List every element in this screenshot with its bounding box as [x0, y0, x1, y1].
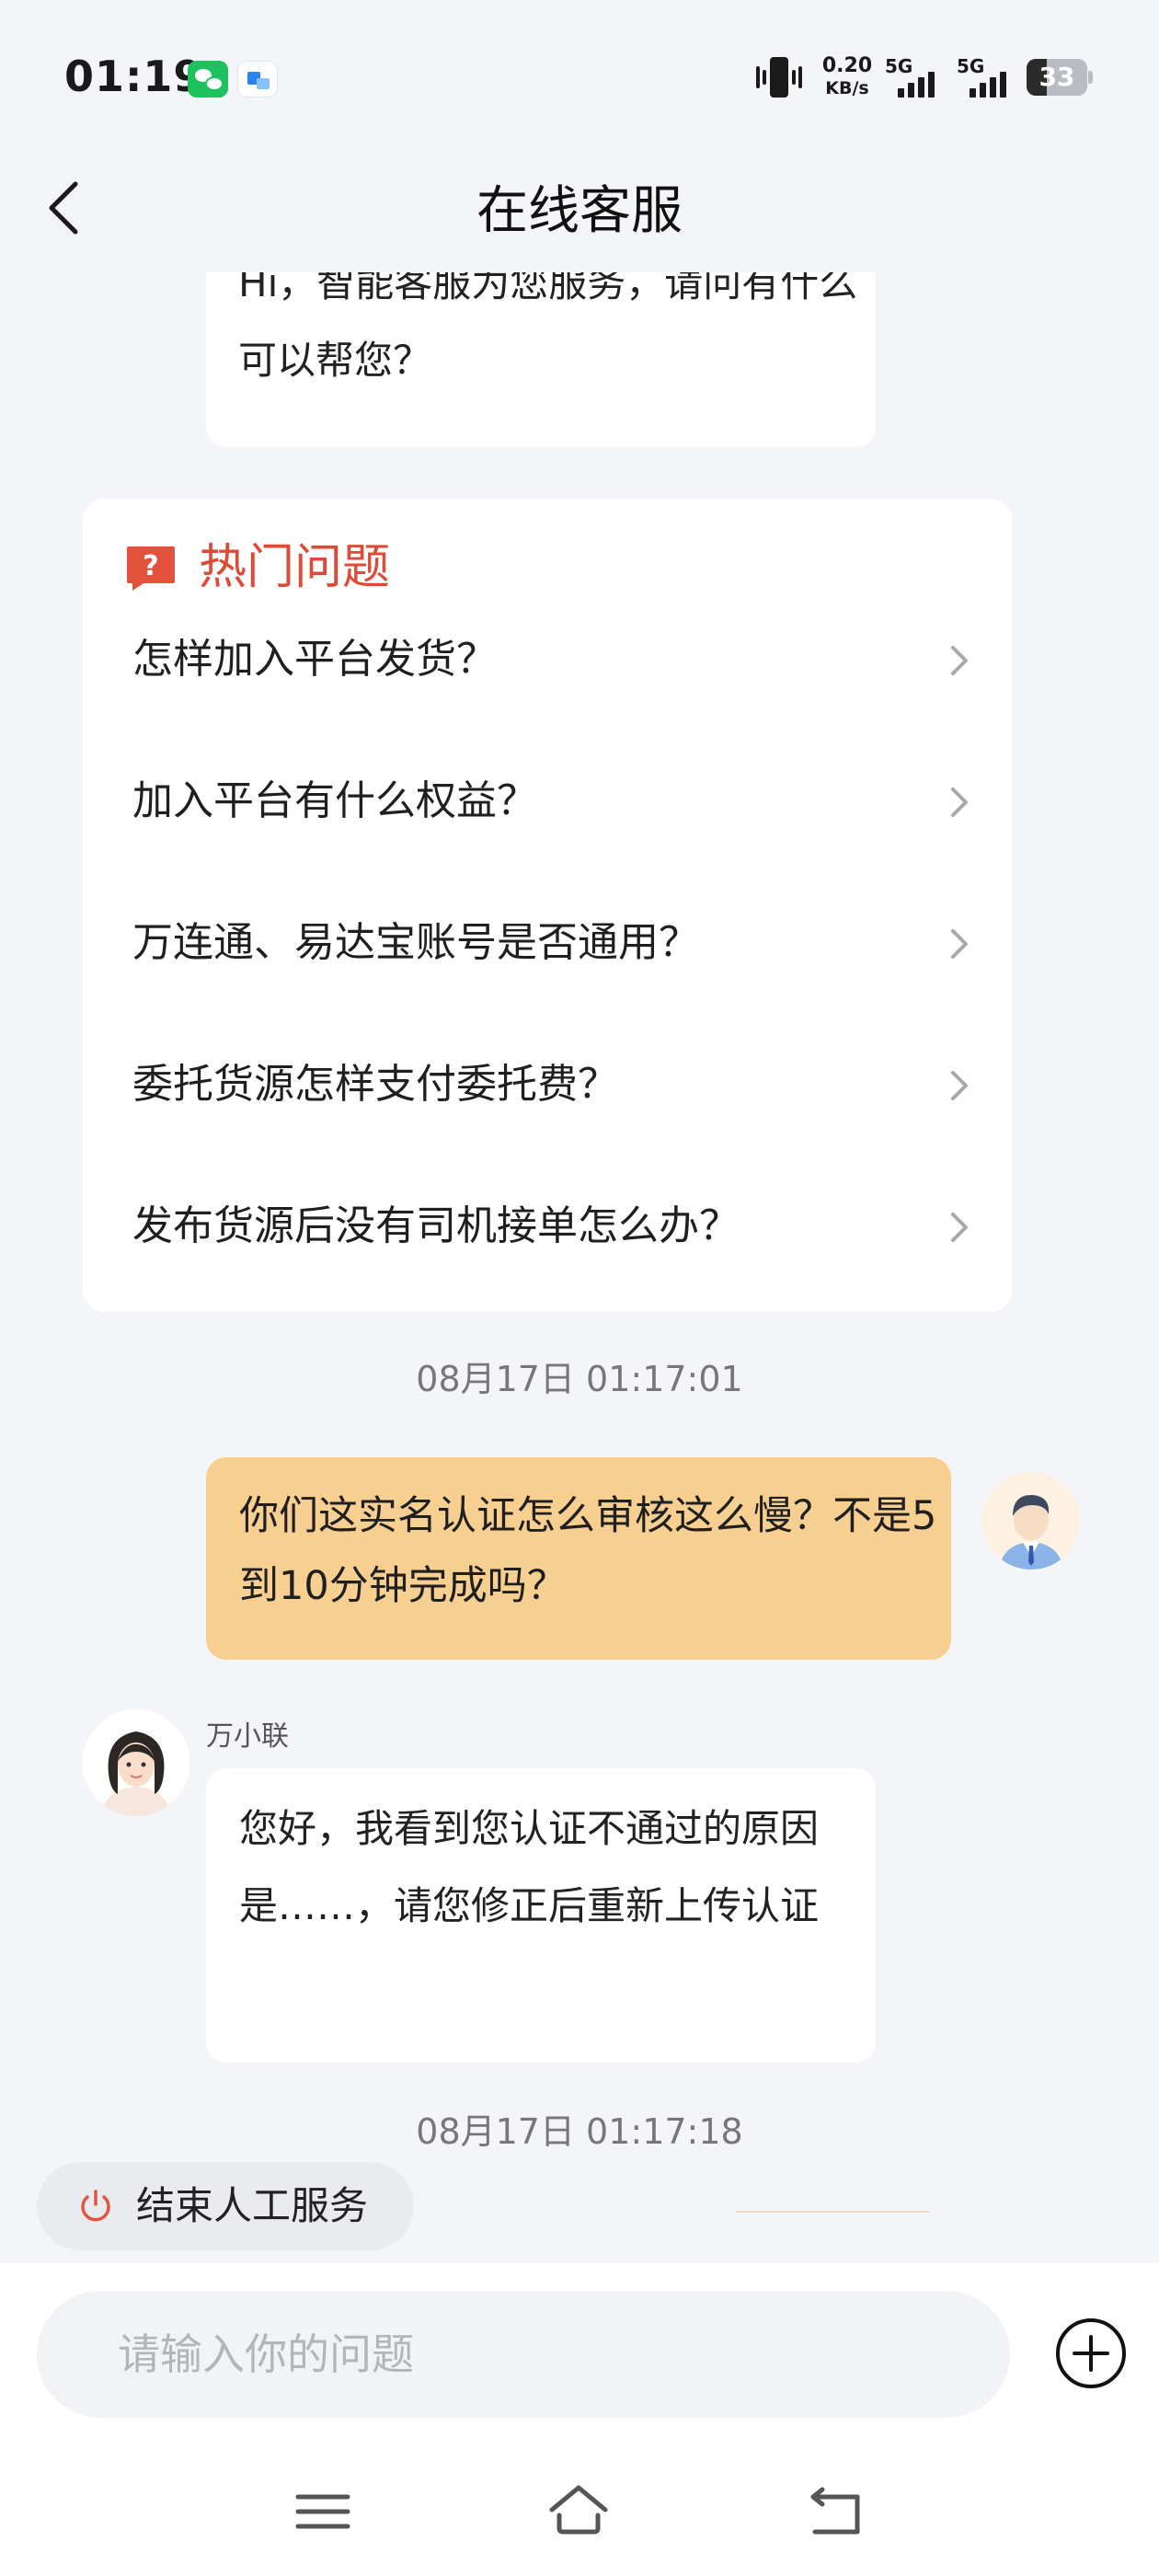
add-button[interactable] — [1054, 2317, 1128, 2390]
agent-avatar-image — [83, 1709, 189, 1816]
chevron-right-icon — [951, 1213, 968, 1242]
hot-question-text: 万连通、易达宝账号是否通用？ — [132, 919, 699, 966]
end-service-button[interactable]: 结束人工服务 — [37, 2162, 414, 2250]
agent-name: 万小联 — [206, 1720, 289, 1753]
back-nav-icon[interactable] — [804, 2478, 868, 2543]
chevron-right-icon — [951, 929, 968, 959]
agent-message-text: 您好，我看到您认证不通过的原因是……，请您修正后重新上传认证 — [239, 1806, 820, 1928]
hot-questions-title: 热门问题 — [199, 540, 391, 595]
signal-icon-2: 5G — [957, 55, 1030, 101]
status-bar: 01:19 0.20 KB/s 5G 5G 33 — [0, 0, 1159, 156]
message-timestamp: 08月17日 01:17:01 — [416, 1359, 743, 1399]
menu-icon[interactable] — [291, 2478, 355, 2543]
system-navigation-bar — [0, 2466, 1159, 2558]
user-avatar-image — [982, 1472, 1080, 1570]
hot-questions-card: ? 热门问题 怎样加入平台发货？ 加入平台有什么权益？ 万连通、易达宝账号是否通… — [83, 499, 1012, 1312]
network-speed-value: 0.20 — [821, 54, 873, 77]
hot-question-item[interactable]: 加入平台有什么权益？ — [132, 751, 979, 852]
hot-question-item[interactable]: 万连通、易达宝账号是否通用？ — [132, 892, 979, 994]
chevron-right-icon — [951, 1071, 968, 1100]
chevron-right-icon — [951, 788, 968, 817]
hot-question-item[interactable]: 发布货源后没有司机接单怎么办？ — [132, 1176, 979, 1277]
hot-question-item[interactable]: 委托货源怎样支付委托费？ — [132, 1034, 979, 1135]
vibrate-icon — [756, 57, 802, 98]
app-notification-icon — [237, 61, 278, 98]
status-time: 01:19 — [64, 52, 204, 101]
user-message-text: 你们这实名认证怎么审核这么慢？不是5到10分钟完成吗？ — [239, 1493, 937, 1609]
page-title: 在线客服 — [476, 181, 683, 241]
signal-icon: 5G — [885, 55, 958, 101]
hot-question-text: 委托货源怎样支付委托费？ — [132, 1061, 618, 1108]
signal-type-label: 5G — [885, 55, 913, 77]
user-avatar[interactable] — [982, 1472, 1080, 1570]
user-message-bubble: 你们这实名认证怎么审核这么慢？不是5到10分钟完成吗？ — [206, 1457, 951, 1660]
chevron-right-icon — [951, 646, 968, 675]
bot-greeting-text: Hi，智能客服为您服务，请问有什么可以帮您？ — [238, 272, 858, 383]
hot-question-text: 怎样加入平台发货？ — [132, 636, 497, 683]
agent-avatar[interactable] — [83, 1709, 189, 1816]
wechat-icon — [188, 61, 228, 98]
message-timestamp: 08月17日 01:17:18 — [416, 2111, 743, 2152]
network-speed-unit: KB/s — [825, 78, 869, 98]
network-speed: 0.20 KB/s — [819, 55, 876, 99]
bot-greeting-bubble: Hi，智能客服为您服务，请问有什么可以帮您？ — [206, 272, 876, 447]
power-icon — [81, 2190, 110, 2222]
message-input[interactable] — [37, 2291, 1010, 2418]
divider — [736, 2211, 929, 2213]
battery-icon: 33 — [1027, 59, 1093, 96]
end-service-label: 结束人工服务 — [136, 2183, 369, 2228]
hot-question-text: 加入平台有什么权益？ — [132, 777, 537, 824]
signal-type-label-2: 5G — [957, 55, 985, 77]
question-icon: ? — [127, 546, 175, 591]
home-icon[interactable] — [546, 2478, 611, 2543]
battery-level: 33 — [1039, 62, 1075, 92]
hot-question-text: 发布货源后没有司机接单怎么办？ — [132, 1202, 740, 1249]
svg-text:?: ? — [143, 550, 158, 582]
agent-message-bubble: 您好，我看到您认证不通过的原因是……，请您修正后重新上传认证 — [206, 1768, 876, 2063]
hot-question-item[interactable]: 怎样加入平台发货？ — [132, 609, 979, 710]
